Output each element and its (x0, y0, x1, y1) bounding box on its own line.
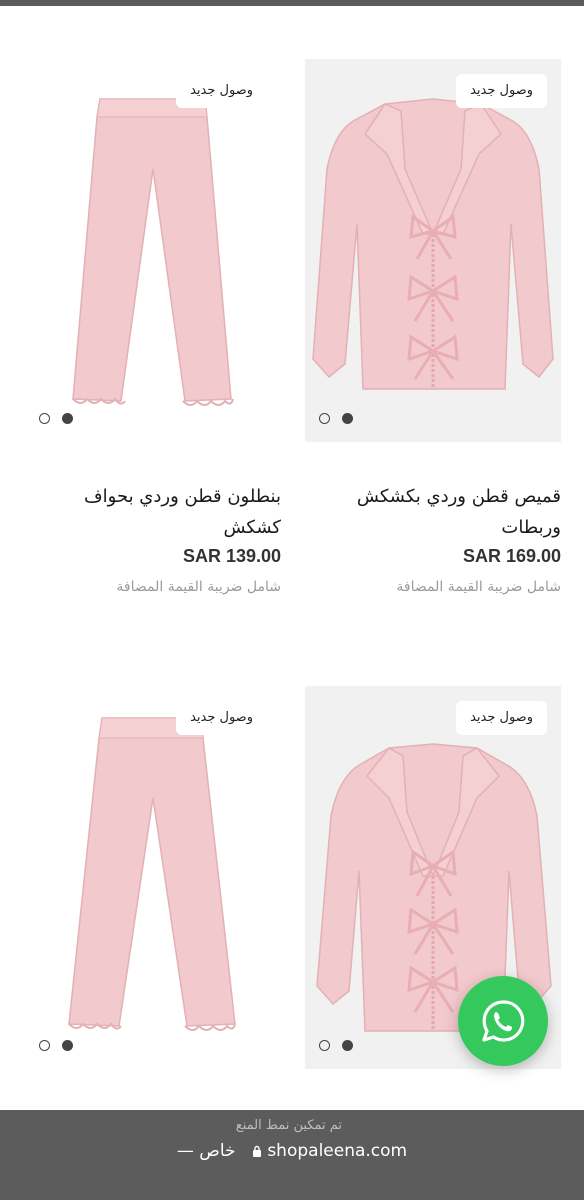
image-carousel-dots[interactable] (319, 413, 353, 424)
new-arrival-badge: وصول جديد (176, 701, 267, 735)
carousel-dot-active[interactable] (62, 413, 73, 424)
pants-image (68, 717, 236, 1031)
image-carousel-dots[interactable] (39, 413, 73, 424)
carousel-dot-active[interactable] (62, 1040, 73, 1051)
pants-image (72, 98, 234, 406)
product-image[interactable]: وصول جديد (305, 59, 561, 442)
lock-icon (252, 1145, 261, 1157)
carousel-dot[interactable] (39, 1040, 50, 1051)
product-image[interactable]: وصول جديد (25, 686, 281, 1069)
carousel-dot[interactable] (39, 413, 50, 424)
carousel-dot[interactable] (319, 1040, 330, 1051)
new-arrival-badge: وصول جديد (456, 701, 547, 735)
whatsapp-chat-button[interactable] (458, 976, 548, 1066)
product-name[interactable]: بنطلون قطن وردي بحواف كشكش (25, 481, 281, 543)
new-arrival-badge: وصول جديد (176, 74, 267, 108)
tax-note: شامل ضريبة القيمة المضافة (396, 579, 561, 595)
url-row[interactable]: — خاص shopaleena.com (0, 1141, 584, 1161)
shirt-image (312, 98, 554, 390)
tax-note: شامل ضريبة القيمة المضافة (116, 579, 281, 595)
product-image[interactable]: وصول جديد (25, 59, 281, 442)
browser-address-bar[interactable]: تم تمكين نمط المنع — خاص shopaleena.com (0, 1110, 584, 1200)
product-price: SAR 169.00 (462, 546, 561, 566)
product-name[interactable]: قميص قطن وردي بكشكش وربطات (305, 481, 561, 543)
carousel-dot-active[interactable] (342, 413, 353, 424)
content-blocker-notice: تم تمكين نمط المنع (235, 1118, 342, 1133)
carousel-dot-active[interactable] (342, 1040, 353, 1051)
carousel-dot[interactable] (319, 413, 330, 424)
image-carousel-dots[interactable] (319, 1040, 353, 1051)
browser-top-strip (0, 0, 584, 6)
whatsapp-icon (482, 1000, 525, 1042)
private-mode-label: — خاص (176, 1141, 236, 1161)
image-carousel-dots[interactable] (39, 1040, 73, 1051)
new-arrival-badge: وصول جديد (456, 74, 547, 108)
url-text[interactable]: shopaleena.com (267, 1141, 407, 1161)
product-price: SAR 139.00 (182, 546, 281, 566)
